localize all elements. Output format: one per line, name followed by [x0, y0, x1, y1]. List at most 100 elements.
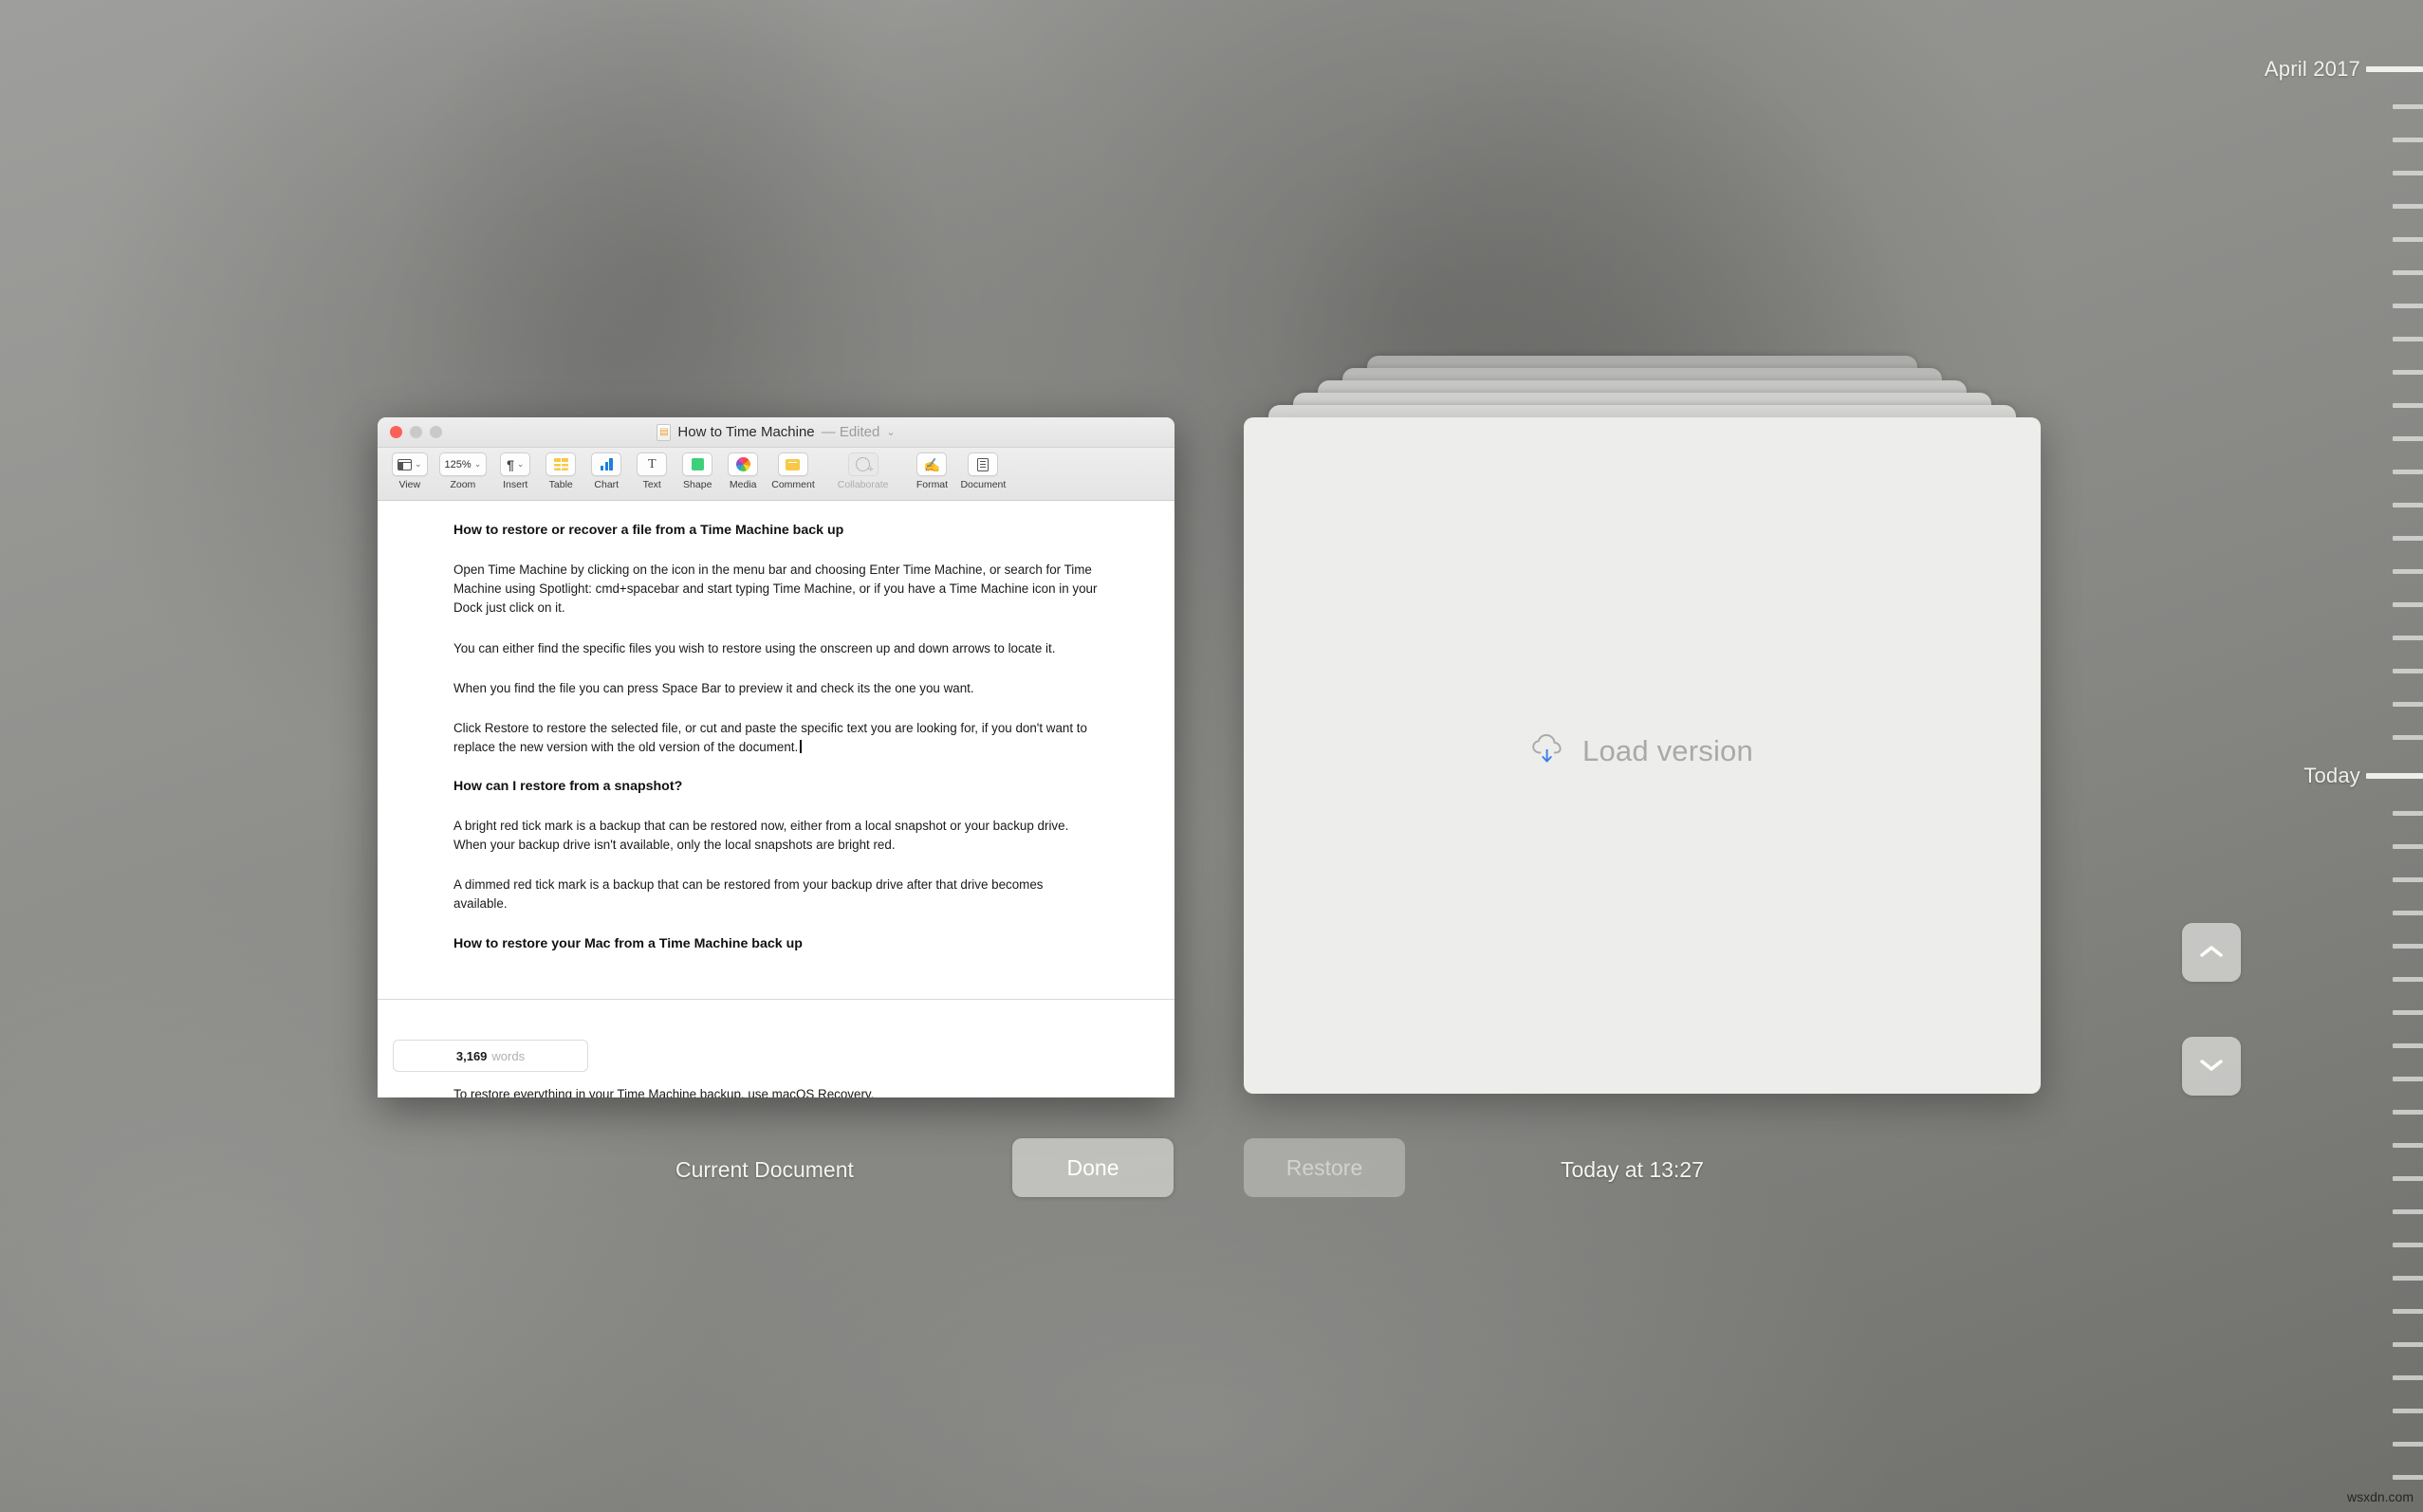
timeline-tick[interactable]: [2393, 237, 2423, 242]
pilcrow-icon: ¶: [507, 456, 514, 472]
timeline-tick[interactable]: [2393, 702, 2423, 707]
timeline-tick[interactable]: [2393, 1043, 2423, 1048]
timeline-tick[interactable]: [2393, 503, 2423, 507]
toolbar-item-table[interactable]: Table: [539, 452, 583, 490]
timeline-tick[interactable]: [2393, 1243, 2423, 1247]
toolbar-button-media[interactable]: [728, 452, 759, 476]
toolbar-item-text[interactable]: T Text: [630, 452, 674, 490]
toolbar-label-collaborate: Collaborate: [837, 479, 889, 490]
current-document-label: Current Document: [675, 1156, 854, 1182]
toolbar-label-view: View: [398, 479, 421, 490]
toolbar-item-view[interactable]: ⌄ View: [387, 452, 433, 490]
toolbar-button-comment[interactable]: [777, 452, 808, 476]
timeline-tick[interactable]: [2393, 911, 2423, 915]
timeline-tick[interactable]: [2393, 171, 2423, 175]
pages-document-window[interactable]: ▤ How to Time Machine — Edited ⌄ ⌄ View 12…: [378, 417, 1175, 1097]
toolbar-button-table[interactable]: [546, 452, 577, 476]
timeline-tick[interactable]: [2393, 536, 2423, 541]
timeline-tick[interactable]: [2393, 636, 2423, 640]
toolbar-item-document[interactable]: Document: [955, 452, 1010, 490]
timeline-tick[interactable]: [2393, 1475, 2423, 1480]
toolbar-button-document[interactable]: [968, 452, 999, 476]
window-titlebar[interactable]: ▤ How to Time Machine — Edited ⌄: [378, 417, 1175, 448]
timeline-tick[interactable]: [2393, 944, 2423, 949]
chevron-up-icon: [2199, 944, 2224, 962]
chevron-down-icon: ⌄: [516, 459, 525, 469]
timeline-tick[interactable]: [2393, 735, 2423, 740]
zoom-value: 125%: [444, 458, 472, 470]
timeline-tick[interactable]: [2393, 1409, 2423, 1413]
timeline-tick[interactable]: [2393, 602, 2423, 607]
timeline-tick[interactable]: [2393, 1010, 2423, 1015]
toolbar-item-shape[interactable]: Shape: [675, 452, 719, 490]
toolbar-button-shape[interactable]: [682, 452, 713, 476]
timeline-tick[interactable]: [2393, 403, 2423, 408]
timeline-tick[interactable]: [2393, 436, 2423, 441]
traffic-light-buttons[interactable]: [390, 426, 442, 438]
document-title: How to Time Machine: [677, 424, 815, 440]
chevron-down-icon: [2199, 1058, 2224, 1076]
toolbar-button-view[interactable]: ⌄: [392, 452, 428, 476]
timeline-tick[interactable]: [2393, 304, 2423, 308]
minimize-button[interactable]: [410, 426, 422, 438]
chevron-down-icon: ⌄: [415, 459, 422, 469]
timeline-tick[interactable]: [2393, 1276, 2423, 1281]
close-button[interactable]: [390, 426, 402, 438]
timeline-nav-down-button[interactable]: [2182, 1037, 2241, 1096]
toolbar-label-document: Document: [960, 479, 1007, 490]
toolbar-button-zoom[interactable]: 125% ⌄: [438, 452, 488, 476]
word-count-badge[interactable]: 3,169 words: [393, 1040, 588, 1072]
window-title-group: ▤ How to Time Machine — Edited ⌄: [378, 423, 1175, 441]
document-icon: [977, 457, 990, 471]
document-page[interactable]: How to restore or recover a file from a …: [378, 501, 1175, 999]
timeline-nav-up-button[interactable]: [2182, 923, 2241, 982]
toolbar-item-zoom[interactable]: 125% ⌄ Zoom: [435, 452, 492, 490]
timeline-tick[interactable]: [2393, 569, 2423, 574]
chevron-down-icon: ⌄: [473, 459, 482, 469]
toolbar-label-text: Text: [642, 479, 661, 490]
maximize-button[interactable]: [430, 426, 442, 438]
timeline-tick[interactable]: [2393, 1110, 2423, 1115]
document-toolbar[interactable]: ⌄ View 125% ⌄ Zoom ¶ ⌄ Insert Table Chart T Text Sha…: [378, 448, 1175, 501]
toolbar-item-chart[interactable]: Chart: [584, 452, 628, 490]
timeline-tick[interactable]: [2393, 1442, 2423, 1447]
timeline-tick[interactable]: [2393, 877, 2423, 882]
timeline-tick[interactable]: [2393, 669, 2423, 673]
timeline-tick[interactable]: [2393, 1309, 2423, 1314]
timeline-tick[interactable]: [2393, 811, 2423, 816]
load-version-row[interactable]: Load version: [1531, 733, 1753, 768]
version-preview-panel[interactable]: Load version: [1244, 417, 2041, 1094]
word-count-number: 3,169: [455, 1048, 488, 1063]
toolbar-button-chart[interactable]: [591, 452, 622, 476]
timeline-tick[interactable]: [2393, 204, 2423, 209]
done-button[interactable]: Done: [1012, 1138, 1174, 1197]
toolbar-item-comment[interactable]: Comment: [767, 452, 820, 490]
timeline-tick[interactable]: [2393, 470, 2423, 474]
timeline-tick-major[interactable]: [2366, 773, 2423, 779]
toolbar-button-text[interactable]: T: [637, 452, 668, 476]
pages-document-icon: ▤: [657, 423, 672, 441]
timeline-tick[interactable]: [2393, 844, 2423, 849]
chevron-down-icon[interactable]: ⌄: [886, 426, 895, 438]
timeline-tick[interactable]: [2393, 1375, 2423, 1380]
timeline-tick-major[interactable]: [2366, 66, 2423, 72]
document-paragraph: Open Time Machine by clicking on the ico…: [453, 562, 1098, 616]
timeline-tick[interactable]: [2393, 977, 2423, 982]
timeline-ruler[interactable]: April 2017 Today: [2265, 0, 2423, 1512]
timeline-tick[interactable]: [2393, 138, 2423, 142]
toolbar-button-insert[interactable]: ¶ ⌄: [500, 452, 531, 476]
timeline-tick[interactable]: [2393, 337, 2423, 341]
toolbar-button-format[interactable]: ✍: [916, 452, 948, 476]
version-date-label: Today at 13:27: [1561, 1156, 1704, 1182]
timeline-tick[interactable]: [2393, 1342, 2423, 1347]
timeline-tick[interactable]: [2393, 270, 2423, 275]
timeline-tick[interactable]: [2393, 370, 2423, 375]
timeline-tick[interactable]: [2393, 104, 2423, 109]
toolbar-item-insert[interactable]: ¶ ⌄ Insert: [493, 452, 537, 490]
toolbar-item-collaborate: Collaborate: [833, 452, 894, 490]
timeline-tick[interactable]: [2393, 1077, 2423, 1081]
word-count-unit: words: [491, 1048, 526, 1063]
toolbar-item-format[interactable]: ✍ Format: [910, 452, 953, 490]
view-panel-icon: [398, 458, 412, 470]
toolbar-item-media[interactable]: Media: [721, 452, 765, 490]
